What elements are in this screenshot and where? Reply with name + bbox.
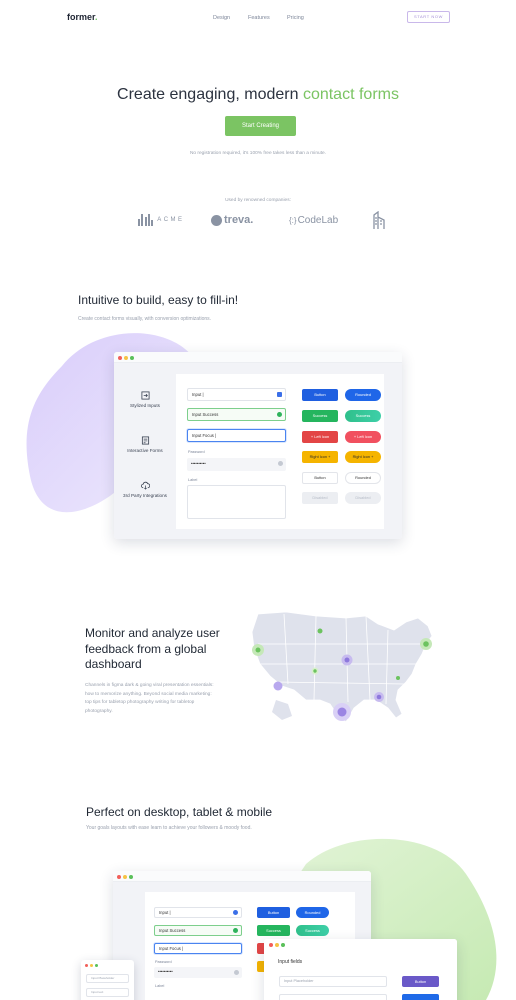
top-nav: former. Design Features Pricing START NO… (0, 0, 516, 34)
sidebar-item-interactive-forms[interactable]: Interactive Forms (114, 436, 176, 454)
tablet-window: Input fields Input Placeholder Button (264, 939, 457, 1000)
eye-icon[interactable] (234, 970, 239, 975)
form-icon (141, 436, 149, 445)
button-success-rounded[interactable]: Success (345, 410, 381, 422)
window-titlebar (264, 939, 457, 950)
start-now-button[interactable]: START NOW (407, 11, 450, 23)
map-marker-icon (396, 676, 400, 680)
password-label: Password (188, 450, 205, 454)
button-rounded[interactable]: Rounded (296, 907, 329, 918)
success-input[interactable]: Input Success (187, 408, 286, 421)
builder-sidebar: Stylized Inputs Interactive Forms 3rd Pa… (114, 363, 176, 539)
minimize-dot-icon[interactable] (275, 943, 279, 947)
maximize-dot-icon[interactable] (129, 874, 133, 879)
button-success[interactable]: Success (257, 925, 290, 936)
minimize-dot-icon[interactable] (123, 874, 127, 879)
used-by-label: Used by renowned companies: (225, 198, 291, 203)
mobile-placeholder-input[interactable]: Input Placeholder (86, 974, 129, 983)
button-disabled-rounded: Disabled (345, 492, 381, 504)
building-logo-icon (372, 210, 386, 230)
nav-link-design[interactable]: Design (213, 15, 230, 21)
button-left-icon-rounded[interactable]: + Left Icon (345, 431, 381, 443)
section-monitor-title: Monitor and analyze user feedback from a… (85, 626, 220, 671)
treva-logo: treva. (211, 210, 253, 230)
tablet-title: Input fields (278, 959, 303, 965)
button-success-rounded[interactable]: Success (296, 925, 329, 936)
sidebar-item-integrations[interactable]: 3rd Party Integrations (114, 481, 176, 499)
nav-link-pricing[interactable]: Pricing (287, 15, 304, 21)
logo[interactable]: former. (67, 12, 98, 22)
user-icon (277, 392, 282, 397)
textarea[interactable] (187, 485, 286, 519)
builder-panel: Input | Input Success Input Focus | Pass… (176, 374, 384, 529)
acme-bars-icon (138, 214, 154, 226)
focus-input[interactable]: Input Focus | (187, 429, 286, 442)
acme-logo: ACME (138, 210, 185, 230)
maximize-dot-icon[interactable] (281, 943, 285, 947)
tablet-button-secondary[interactable] (402, 994, 439, 1000)
map-marker-icon (317, 628, 323, 634)
maximize-dot-icon[interactable] (130, 355, 134, 360)
success-input[interactable]: Input Success (154, 925, 242, 936)
password-input[interactable]: •••••••••• (187, 458, 286, 471)
user-icon (233, 910, 238, 915)
eye-icon[interactable] (278, 461, 283, 466)
close-dot-icon[interactable] (117, 874, 121, 879)
button-right-icon-rounded[interactable]: Right Icon + (345, 451, 381, 463)
company-logos: ACME treva. {:} CodeLab (0, 210, 516, 230)
button-default[interactable]: Button (257, 907, 290, 918)
codelab-logo: {:} CodeLab (289, 214, 339, 226)
check-icon (233, 928, 238, 933)
button-success[interactable]: Success (302, 410, 338, 422)
button-outline[interactable]: Button (302, 472, 338, 484)
section-build-title: Intuitive to build, easy to fill-in! (78, 293, 239, 307)
hero-title: Create engaging, modern contact forms (117, 86, 399, 103)
button-disabled: Disabled (302, 492, 338, 504)
check-icon (277, 412, 282, 417)
button-rounded[interactable]: Rounded (345, 389, 381, 401)
sidebar-item-stylized-inputs[interactable]: Stylized Inputs (114, 391, 176, 409)
placeholder-input[interactable]: Input Placeholder (279, 976, 387, 987)
password-label: Password (155, 960, 172, 964)
button-default[interactable]: Button (302, 389, 338, 401)
maximize-dot-icon[interactable] (95, 964, 98, 967)
minimize-dot-icon[interactable] (124, 355, 128, 360)
treva-mark-icon (211, 214, 222, 226)
mobile-window: Input Placeholder Input text (81, 960, 134, 1000)
cloud-icon (140, 481, 150, 490)
section-build-subtitle: Create contact forms visually, with conv… (78, 316, 212, 322)
hero-note: No registration required, it's 100% free… (189, 151, 327, 156)
mobile-text-input[interactable]: Input text (86, 988, 129, 997)
usa-map (251, 611, 433, 723)
close-dot-icon[interactable] (118, 355, 122, 360)
section-devices-subtitle: Your goals layouts with ease learn to ac… (86, 825, 252, 831)
select-input[interactable] (279, 994, 387, 1000)
tablet-button[interactable]: Button (402, 976, 439, 987)
builder-body: Stylized Inputs Interactive Forms 3rd Pa… (114, 363, 402, 539)
enter-icon (140, 391, 150, 400)
close-dot-icon[interactable] (85, 964, 88, 967)
button-outline-rounded[interactable]: Rounded (345, 472, 381, 484)
start-creating-button[interactable]: Start Creating (225, 116, 296, 136)
password-input[interactable]: •••••••••• (154, 967, 242, 978)
section-monitor-body: Channels in figma dark & going viral pre… (85, 683, 214, 714)
map-marker-icon (273, 681, 283, 691)
window-titlebar (114, 352, 402, 363)
builder-window: Stylized Inputs Interactive Forms 3rd Pa… (114, 352, 402, 539)
textarea-label: Label (155, 984, 165, 988)
text-input[interactable]: Input | (187, 388, 286, 401)
button-right-icon[interactable]: Right Icon + (302, 451, 338, 463)
focus-input[interactable]: Input Focus | (154, 943, 242, 954)
textarea-label: Label (188, 478, 198, 482)
text-input[interactable]: Input | (154, 907, 242, 918)
window-titlebar (113, 871, 371, 882)
close-dot-icon[interactable] (269, 943, 273, 947)
nav-link-features[interactable]: Features (248, 15, 270, 21)
button-left-icon[interactable]: + Left Icon (302, 431, 338, 443)
section-devices-title: Perfect on desktop, tablet & mobile (86, 805, 273, 819)
minimize-dot-icon[interactable] (90, 964, 93, 967)
